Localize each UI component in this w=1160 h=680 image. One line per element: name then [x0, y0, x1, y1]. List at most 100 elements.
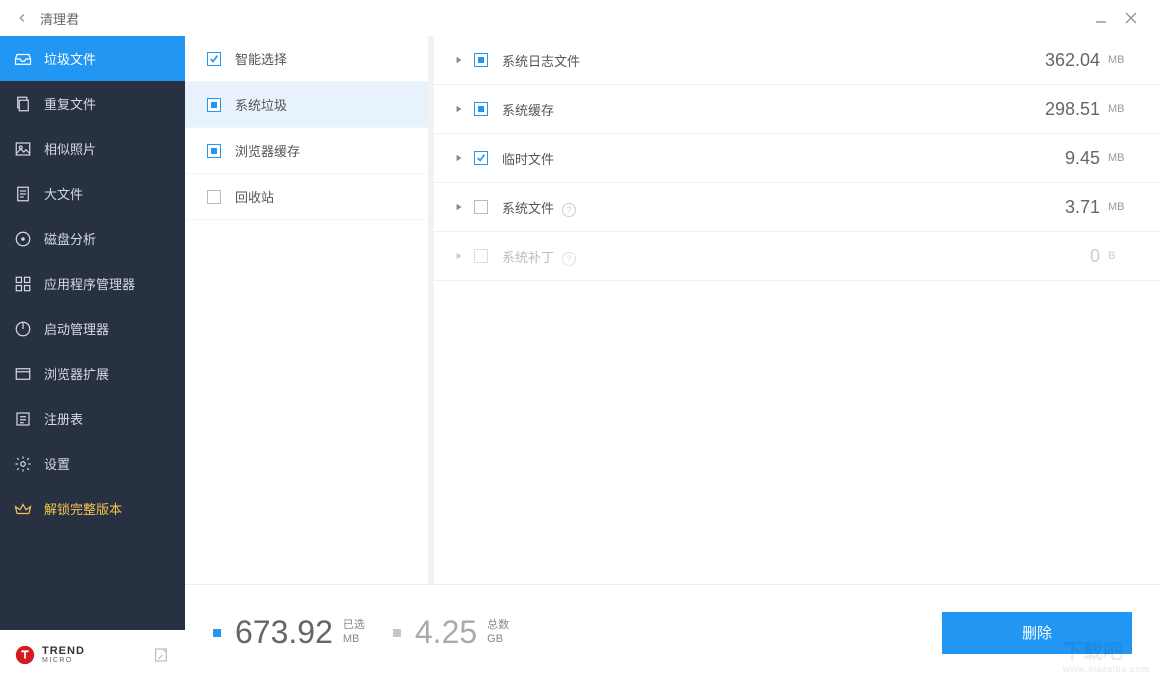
category-label: 浏览器缓存 — [235, 141, 300, 160]
selected-label: 已选 — [343, 619, 365, 632]
sidebar-item-startup-manager[interactable]: 启动管理器 — [0, 306, 185, 351]
sidebar-item-similar-photos[interactable]: 相似照片 — [0, 126, 185, 171]
window-icon — [14, 365, 32, 383]
brand-line1: TREND — [42, 646, 85, 657]
trend-logo-icon — [14, 644, 36, 666]
sidebar-item-registry[interactable]: 注册表 — [0, 396, 185, 441]
row-unit: MB — [1108, 103, 1130, 115]
sidebar-item-label: 相似照片 — [44, 139, 96, 158]
row-unit: MB — [1108, 201, 1130, 213]
detail-row: 系统补丁? 0 B — [434, 232, 1160, 281]
sidebar-item-browser-ext[interactable]: 浏览器扩展 — [0, 351, 185, 396]
stat-selected: 673.92 已选 MB — [213, 614, 365, 651]
stat-total: 4.25 总数 GB — [393, 614, 509, 651]
sidebar-item-big-files[interactable]: 大文件 — [0, 171, 185, 216]
sidebar-item-junk-files[interactable]: 垃圾文件 — [0, 36, 185, 81]
feedback-icon[interactable] — [153, 647, 169, 663]
category-system-junk[interactable]: 系统垃圾 — [185, 82, 428, 128]
checkbox-icon[interactable] — [207, 52, 221, 66]
detail-row[interactable]: 系统缓存 298.51 MB — [434, 85, 1160, 134]
dot-icon — [213, 629, 221, 637]
checkbox-icon[interactable] — [474, 102, 488, 116]
list-icon — [14, 410, 32, 428]
close-button[interactable] — [1116, 6, 1146, 30]
crown-icon — [14, 500, 32, 518]
category-recycle-bin[interactable]: 回收站 — [185, 174, 428, 220]
sidebar: 垃圾文件 重复文件 相似照片 大文件 磁盘分析 应用程序管理器 — [0, 36, 185, 680]
checkbox-icon[interactable] — [474, 53, 488, 67]
row-unit: MB — [1108, 54, 1130, 66]
row-size: 9.45 — [1020, 148, 1100, 169]
row-size: 0 — [1020, 246, 1100, 267]
category-list: 智能选择 系统垃圾 浏览器缓存 回收站 — [185, 36, 428, 584]
category-smart-select[interactable]: 智能选择 — [185, 36, 428, 82]
brand-logo: TREND MICRO — [14, 644, 85, 666]
image-icon — [14, 140, 32, 158]
document-icon — [14, 185, 32, 203]
delete-label: 删除 — [1022, 622, 1052, 643]
title-bar: 清理君 — [0, 0, 1160, 36]
total-value: 4.25 — [415, 614, 477, 651]
detail-row[interactable]: 临时文件 9.45 MB — [434, 134, 1160, 183]
total-unit: GB — [487, 633, 509, 646]
footer-bar: 673.92 已选 MB 4.25 总数 GB 删除 — [185, 584, 1160, 680]
sidebar-item-unlock[interactable]: 解锁完整版本 — [0, 486, 185, 531]
gear-icon — [14, 455, 32, 473]
sidebar-footer: TREND MICRO — [0, 630, 185, 680]
back-button[interactable] — [14, 10, 30, 26]
row-size: 3.71 — [1020, 197, 1100, 218]
expand-icon — [454, 251, 464, 261]
sidebar-item-label: 浏览器扩展 — [44, 364, 109, 383]
sidebar-item-label: 设置 — [44, 454, 70, 473]
total-label: 总数 — [487, 619, 509, 632]
category-browser-cache[interactable]: 浏览器缓存 — [185, 128, 428, 174]
help-icon[interactable]: ? — [562, 203, 576, 217]
app-title: 清理君 — [40, 9, 79, 28]
sidebar-item-settings[interactable]: 设置 — [0, 441, 185, 486]
category-label: 智能选择 — [235, 49, 287, 68]
detail-row[interactable]: 系统日志文件 362.04 MB — [434, 36, 1160, 85]
sidebar-item-label: 应用程序管理器 — [44, 274, 135, 293]
row-name: 临时文件 — [502, 149, 1020, 168]
row-unit: MB — [1108, 152, 1130, 164]
checkbox-icon[interactable] — [474, 151, 488, 165]
row-name: 系统缓存 — [502, 100, 1020, 119]
sidebar-item-label: 解锁完整版本 — [44, 499, 122, 518]
copy-icon — [14, 95, 32, 113]
selected-unit: MB — [343, 633, 365, 646]
checkbox-icon[interactable] — [207, 98, 221, 112]
sidebar-item-disk-analysis[interactable]: 磁盘分析 — [0, 216, 185, 261]
sidebar-item-label: 注册表 — [44, 409, 83, 428]
category-label: 系统垃圾 — [235, 95, 287, 114]
category-label: 回收站 — [235, 187, 274, 206]
sidebar-item-label: 启动管理器 — [44, 319, 109, 338]
minimize-button[interactable] — [1086, 6, 1116, 30]
sidebar-item-label: 重复文件 — [44, 94, 96, 113]
inbox-icon — [14, 50, 32, 68]
row-name: 系统补丁? — [502, 247, 1020, 266]
expand-icon[interactable] — [454, 104, 464, 114]
row-name: 系统日志文件 — [502, 51, 1020, 70]
sidebar-item-duplicates[interactable]: 重复文件 — [0, 81, 185, 126]
expand-icon[interactable] — [454, 202, 464, 212]
detail-row[interactable]: 系统文件? 3.71 MB — [434, 183, 1160, 232]
sidebar-item-label: 磁盘分析 — [44, 229, 96, 248]
expand-icon[interactable] — [454, 153, 464, 163]
expand-icon[interactable] — [454, 55, 464, 65]
sidebar-item-label: 垃圾文件 — [44, 49, 96, 68]
sidebar-item-label: 大文件 — [44, 184, 83, 203]
sidebar-item-app-manager[interactable]: 应用程序管理器 — [0, 261, 185, 306]
checkbox-icon[interactable] — [207, 190, 221, 204]
delete-button[interactable]: 删除 — [942, 612, 1132, 654]
brand-line2: MICRO — [42, 657, 85, 664]
checkbox-icon — [474, 249, 488, 263]
power-icon — [14, 320, 32, 338]
row-unit: B — [1108, 250, 1130, 262]
grid-icon — [14, 275, 32, 293]
target-icon — [14, 230, 32, 248]
checkbox-icon[interactable] — [207, 144, 221, 158]
help-icon: ? — [562, 252, 576, 266]
row-size: 298.51 — [1020, 99, 1100, 120]
checkbox-icon[interactable] — [474, 200, 488, 214]
row-name: 系统文件? — [502, 198, 1020, 217]
